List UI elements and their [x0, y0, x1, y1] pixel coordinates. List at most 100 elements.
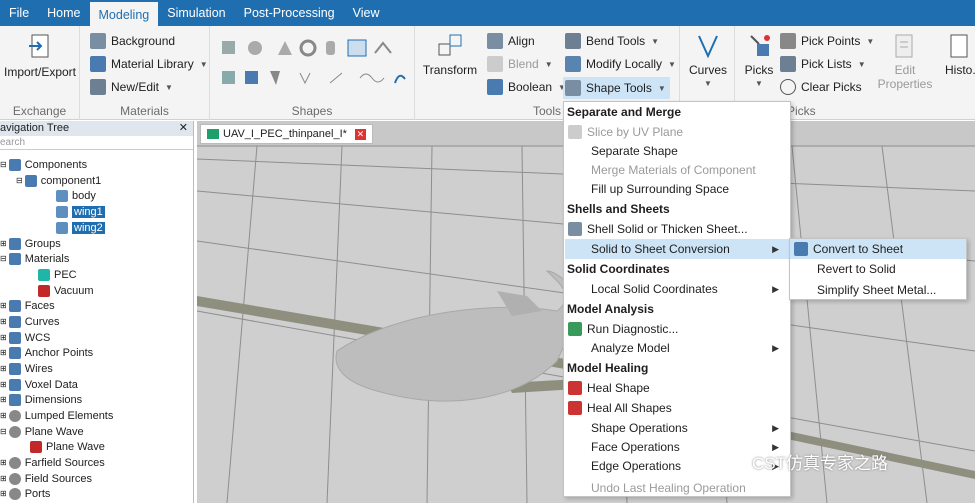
- close-icon[interactable]: ✕: [179, 121, 193, 136]
- menu-item-separate-shape[interactable]: Separate Shape: [591, 141, 678, 161]
- menu-item-heal-all-shapes[interactable]: Heal All Shapes: [568, 398, 672, 418]
- pick-points-icon: [780, 33, 796, 49]
- chevron-right-icon: ▶: [772, 343, 779, 353]
- plane-wave-icon: [30, 440, 42, 453]
- chevron-down-icon: ▼: [866, 36, 875, 46]
- convert-to-sheet-icon: [794, 242, 808, 256]
- edit-properties-button[interactable]: Edit Properties: [877, 32, 933, 91]
- tab-file[interactable]: File: [0, 0, 38, 26]
- tree-item-groups[interactable]: ⊞ Groups: [0, 236, 61, 251]
- tree-item-component1[interactable]: ⊟ component1: [16, 173, 101, 188]
- menu-item-analyze-model[interactable]: Analyze Model ▶: [591, 338, 789, 358]
- bend-tools-button[interactable]: Bend Tools ▼: [565, 31, 659, 51]
- pick-lists-button[interactable]: Pick Lists ▼: [780, 54, 866, 74]
- menu-item-heal-shape[interactable]: Heal Shape: [568, 378, 650, 398]
- picks-button[interactable]: Picks ▼: [738, 32, 780, 91]
- heal-icon: [568, 381, 582, 395]
- torus-icon: [299, 39, 317, 57]
- tree-item-vacuum[interactable]: Vacuum: [38, 283, 94, 298]
- new-edit-button[interactable]: New/Edit ▼: [90, 77, 173, 97]
- tree-item-plane-wave-child[interactable]: Plane Wave: [30, 439, 105, 454]
- transform-button[interactable]: Transform: [420, 32, 480, 77]
- tree-item-field-sources[interactable]: ⊞ Field Sources: [0, 471, 92, 486]
- gear-icon: [8, 409, 21, 422]
- tree-item-wing1[interactable]: wing1: [56, 204, 105, 219]
- clear-picks-button[interactable]: Clear Picks: [780, 77, 862, 97]
- menu-heading-separate-merge: Separate and Merge: [564, 102, 790, 122]
- shape-tools-button[interactable]: Shape Tools ▼: [563, 77, 670, 99]
- brick-icon: [222, 41, 235, 54]
- curves-icon: [698, 35, 718, 59]
- close-tab-icon[interactable]: ✕: [354, 128, 366, 140]
- import-export-icon: [29, 34, 49, 58]
- slice-icon: [568, 125, 582, 139]
- tree-item-plane-wave[interactable]: ⊟ Plane Wave: [0, 424, 84, 439]
- new-edit-icon: [90, 79, 106, 95]
- align-icon: [487, 33, 503, 49]
- chevron-right-icon: ▶: [772, 244, 779, 254]
- modify-locally-icon: [565, 56, 581, 72]
- document-tab[interactable]: UAV_I_PEC_thinpanel_I* ✕: [200, 124, 373, 144]
- import-export-button[interactable]: Import/Export: [2, 32, 78, 79]
- tree-item-lumped-elements[interactable]: ⊞ Lumped Elements: [0, 408, 113, 423]
- tab-post-processing[interactable]: Post-Processing: [235, 0, 344, 26]
- groups-icon: [8, 237, 21, 250]
- tree-item-faces[interactable]: ⊞ Faces: [0, 298, 55, 313]
- menu-item-undo-healing[interactable]: Undo Last Healing Operation: [591, 478, 746, 498]
- history-button[interactable]: Histo...: [945, 32, 975, 77]
- menu-item-shape-operations[interactable]: Shape Operations ▶: [591, 418, 789, 438]
- components-icon: [8, 158, 21, 171]
- heal-all-icon: [568, 401, 582, 415]
- menu-item-revert-to-solid[interactable]: Revert to Solid: [817, 259, 896, 279]
- gear-icon: [8, 472, 21, 485]
- transform-icon: [438, 34, 462, 56]
- solid-icon: [56, 221, 68, 234]
- tree-item-components[interactable]: ⊟ Components: [0, 157, 87, 172]
- tree-item-farfield-sources[interactable]: ⊞ Farfield Sources: [0, 455, 105, 470]
- menu-item-local-solid-coordinates[interactable]: Local Solid Coordinates ▶: [591, 279, 789, 299]
- pick-points-button[interactable]: Pick Points ▼: [780, 31, 874, 51]
- menu-item-merge-materials[interactable]: Merge Materials of Component: [591, 160, 756, 180]
- menu-item-solid-to-sheet[interactable]: Solid to Sheet Conversion ▶: [565, 239, 789, 259]
- tree-item-wires[interactable]: ⊞ Wires: [0, 361, 53, 376]
- chevron-down-icon: ▼: [755, 79, 763, 88]
- menu-item-shell-solid[interactable]: Shell Solid or Thicken Sheet...: [568, 219, 748, 239]
- tree-item-materials[interactable]: ⊟ Materials: [0, 251, 69, 266]
- align-button[interactable]: Align: [487, 31, 535, 51]
- menu-item-convert-to-sheet[interactable]: Convert to Sheet: [790, 239, 966, 259]
- tree-item-voxel-data[interactable]: ⊞ Voxel Data: [0, 377, 78, 392]
- tree-item-wcs[interactable]: ⊞ WCS: [0, 330, 50, 345]
- background-icon: [90, 33, 106, 49]
- chevron-down-icon: ▼: [657, 83, 666, 93]
- vacuum-material-icon: [38, 284, 50, 297]
- background-button[interactable]: Background: [90, 31, 175, 51]
- tree-item-body[interactable]: body: [56, 188, 96, 203]
- curves-button[interactable]: Curves ▼: [683, 32, 733, 91]
- modify-locally-button[interactable]: Modify Locally ▼: [565, 54, 676, 74]
- tree-item-wing2[interactable]: wing2: [56, 220, 105, 235]
- diagnostic-icon: [568, 322, 582, 336]
- tree-item-curves[interactable]: ⊞ Curves: [0, 314, 60, 329]
- solid-icon: [56, 205, 68, 218]
- group-shapes: Shapes: [210, 26, 415, 120]
- tab-modeling[interactable]: Modeling: [89, 0, 159, 26]
- tree-search-input[interactable]: earch: [0, 136, 193, 150]
- menu-item-slice-uv[interactable]: Slice by UV Plane: [568, 122, 683, 142]
- tree-item-anchor-points[interactable]: ⊞ Anchor Points: [0, 345, 93, 360]
- tree-item-dimensions[interactable]: ⊞ Dimensions: [0, 392, 82, 407]
- tree-item-pec[interactable]: PEC: [38, 267, 77, 282]
- tab-simulation[interactable]: Simulation: [158, 0, 234, 26]
- menu-item-run-diagnostic[interactable]: Run Diagnostic...: [568, 319, 678, 339]
- blend-button[interactable]: Blend ▼: [487, 54, 553, 74]
- sweep-icon: [245, 71, 258, 84]
- tree-item-ports[interactable]: ⊞ Ports: [0, 486, 50, 501]
- menu-heading-shells-sheets: Shells and Sheets: [564, 199, 790, 219]
- chevron-down-icon: ▼: [704, 79, 712, 88]
- material-library-button[interactable]: Material Library ▼: [90, 54, 208, 74]
- tab-home[interactable]: Home: [38, 0, 89, 26]
- tab-view[interactable]: View: [344, 0, 389, 26]
- boolean-button[interactable]: Boolean ▼: [487, 77, 566, 97]
- menu-item-fill-up-space[interactable]: Fill up Surrounding Space: [591, 179, 729, 199]
- menu-item-simplify-sheet-metal[interactable]: Simplify Sheet Metal...: [817, 280, 936, 300]
- wcs-icon: [8, 331, 21, 344]
